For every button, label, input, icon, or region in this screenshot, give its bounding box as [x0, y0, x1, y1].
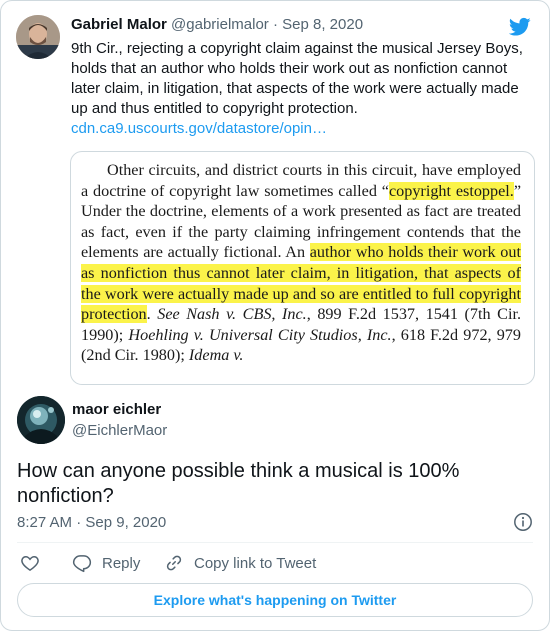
reply-author-name[interactable]: maor eichler: [72, 401, 161, 418]
twitter-bird-icon[interactable]: [509, 17, 531, 37]
quoted-tweet-header: Gabriel Malor @gabrielmalor · Sep 8, 202…: [71, 16, 363, 33]
quoted-tweet-text: 9th Cir., rejecting a copyright claim ag…: [71, 40, 523, 117]
case-citation: Idema v.: [188, 346, 244, 365]
separator-dot: ·: [272, 16, 278, 33]
quoted-tweet-date[interactable]: Sep 8, 2020: [282, 16, 363, 33]
reply-label: Reply: [102, 554, 141, 572]
case-citation: Hoehling v. Universal City Studios, Inc.: [128, 325, 392, 344]
reply-icon: [72, 555, 92, 573]
reply-author-handle[interactable]: @EichlerMaor: [72, 422, 167, 439]
link-icon: [166, 555, 182, 571]
excerpt-text: .: [146, 305, 158, 324]
info-icon[interactable]: [513, 512, 533, 532]
court-opinion-image[interactable]: Other circuits, and district courts in t…: [70, 151, 535, 385]
quoted-author-name[interactable]: Gabriel Malor: [71, 16, 167, 33]
court-opinion-excerpt: Other circuits, and district courts in t…: [81, 160, 521, 366]
tweet-embed-card: Gabriel Malor @gabrielmalor · Sep 8, 202…: [0, 0, 550, 631]
reply-button[interactable]: Reply: [72, 552, 140, 574]
reply-tweet-text: How can anyone possible think a musical …: [17, 460, 460, 507]
quoted-tweet-body: 9th Cir., rejecting a copyright claim ag…: [71, 39, 531, 139]
highlighted-text: copyright estoppel.: [388, 181, 514, 200]
case-citation: See Nash v. CBS, Inc.: [157, 305, 307, 324]
reply-timestamp[interactable]: 8:27 AM · Sep 9, 2020: [17, 514, 166, 531]
copy-link-label: Copy link to Tweet: [194, 554, 317, 572]
like-button[interactable]: [20, 552, 40, 574]
quoted-author-handle[interactable]: @gabrielmalor: [171, 16, 269, 33]
gabriel-malor-avatar[interactable]: [16, 15, 60, 59]
heart-icon: [21, 555, 39, 571]
maor-eichler-avatar[interactable]: [17, 396, 65, 444]
opinion-link[interactable]: cdn.ca9.uscourts.gov/datastore/opin…: [71, 119, 531, 139]
explore-twitter-button[interactable]: Explore what's happening on Twitter: [17, 583, 533, 617]
divider: [17, 542, 533, 543]
copy-link-button[interactable]: Copy link to Tweet: [164, 552, 316, 574]
